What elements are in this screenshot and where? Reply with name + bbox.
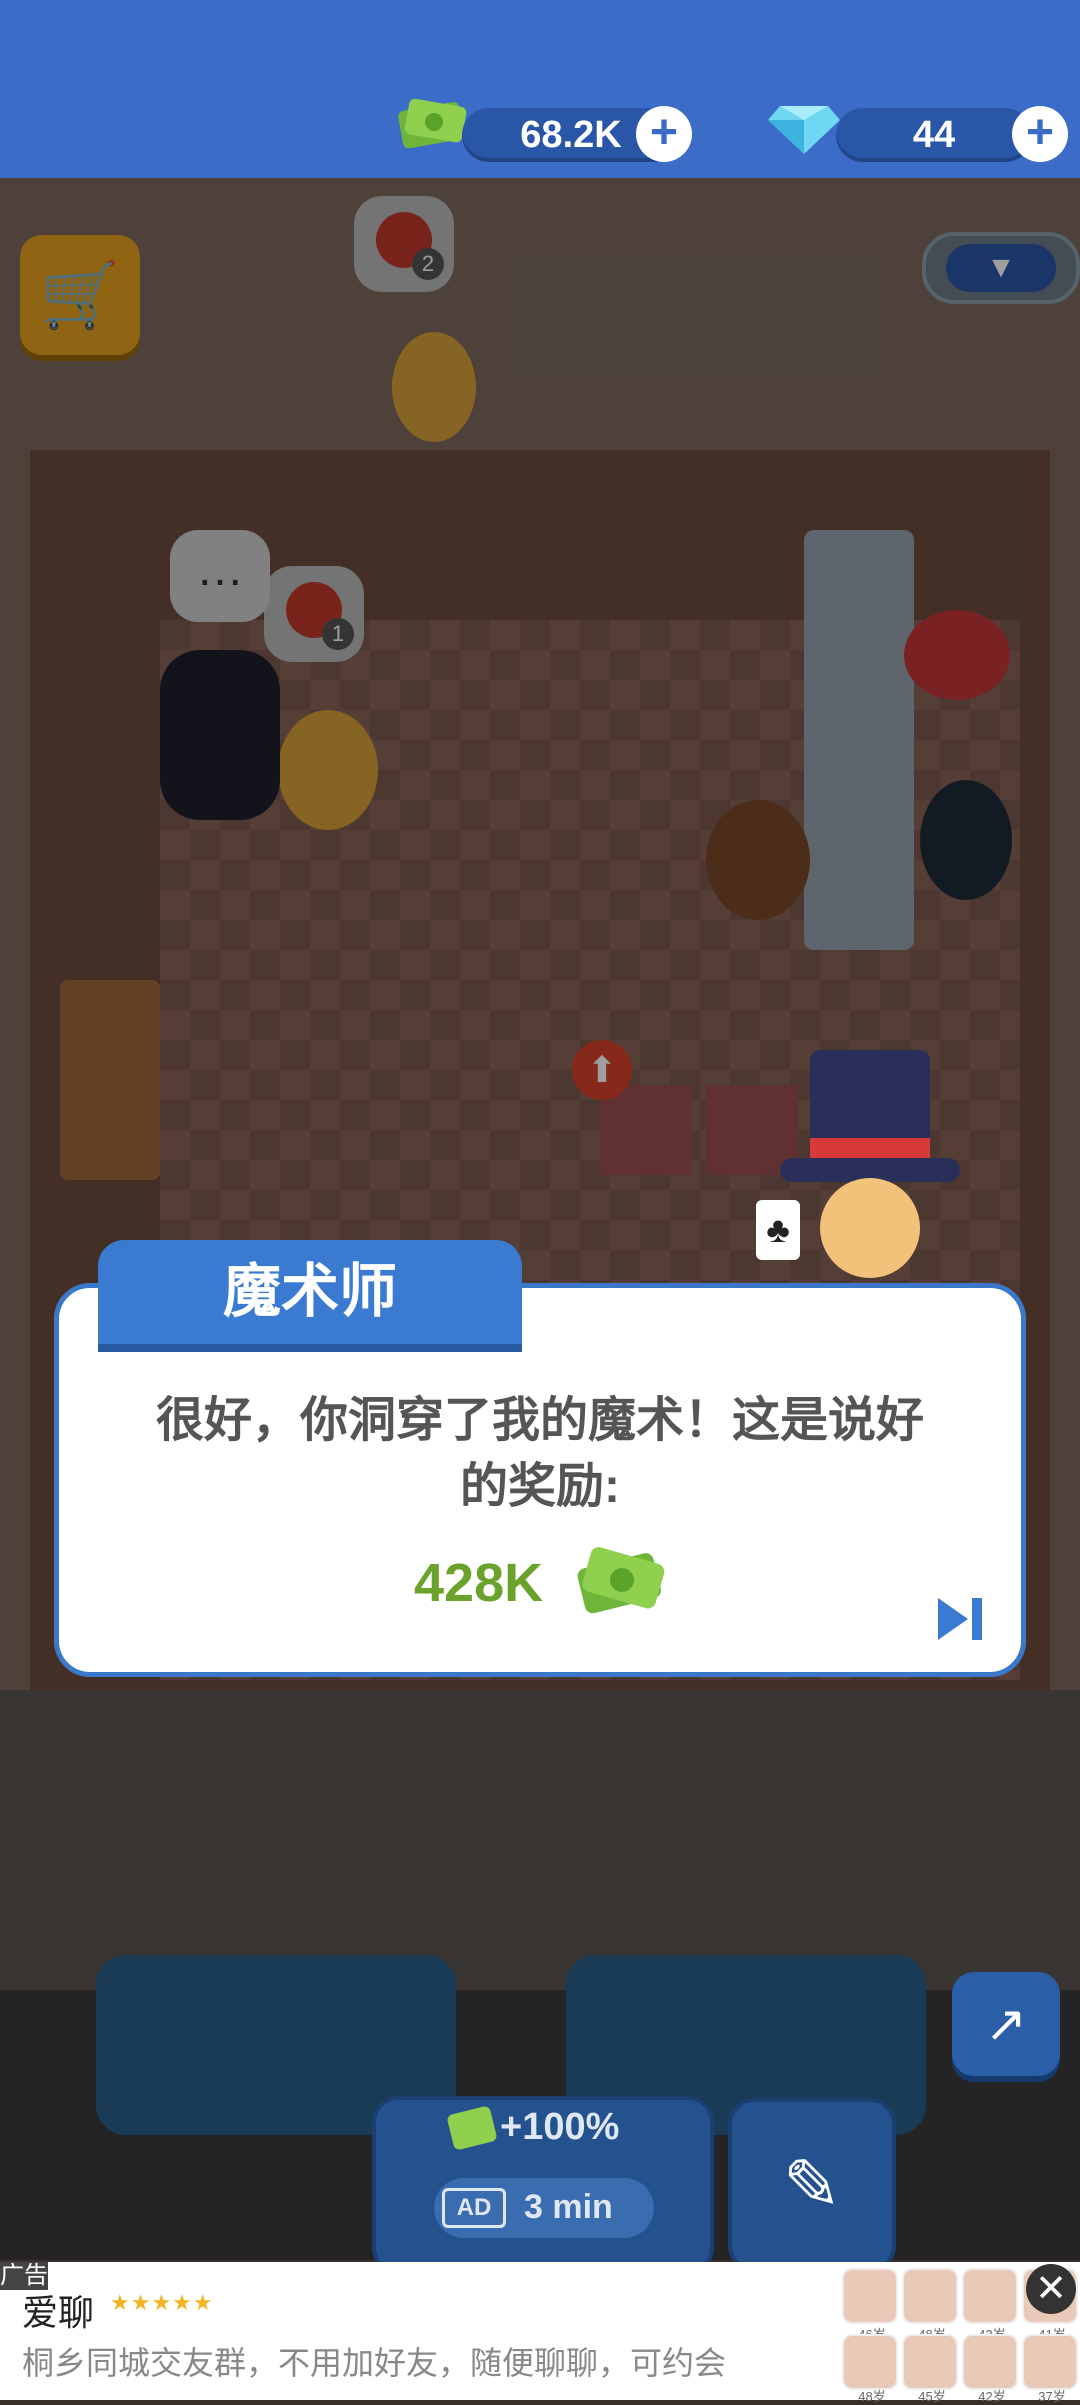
close-icon: ✕ xyxy=(1035,2268,1067,2310)
ad-avatar: 42岁 xyxy=(962,2334,1018,2404)
dialog-message-line-2: 的奖励: xyxy=(460,1460,620,1513)
dialog-speaker-name: 魔术师 xyxy=(98,1240,522,1344)
edit-button[interactable]: ✎ xyxy=(728,2098,896,2272)
diamond-icon xyxy=(766,100,842,156)
ad-avatar-age: 48岁 xyxy=(858,2389,886,2404)
dialog-message-line-1: 很好，你洞穿了我的魔术！这是说好 xyxy=(155,1394,924,1447)
ad-avatar: 46岁 xyxy=(842,2268,898,2342)
ad-avatar: 48岁 xyxy=(902,2268,958,2342)
ad-description[interactable]: 桐乡同城交友群，不用加好友，随便聊聊，可约会 xyxy=(22,2338,726,2384)
ad-avatar: 45岁 xyxy=(902,2334,958,2404)
ad-avatar-age: 37岁 xyxy=(1038,2389,1066,2404)
ad-avatar-age: 42岁 xyxy=(978,2389,1006,2404)
gems-display: 44 xyxy=(836,108,1032,162)
ad-rating-stars: ★★★★★ xyxy=(110,2290,214,2315)
ad-close-button[interactable]: ✕ xyxy=(1026,2264,1076,2314)
add-cash-button[interactable]: + xyxy=(636,106,692,162)
boost-cash-icon xyxy=(446,2105,498,2151)
boost-duration: 3 min xyxy=(524,2188,613,2226)
magician-face xyxy=(820,1178,920,1278)
trending-up-icon: ↗ xyxy=(985,1996,1027,2052)
ad-video-icon: AD xyxy=(442,2188,506,2228)
skip-forward-icon[interactable] xyxy=(934,1594,986,1644)
add-gems-button[interactable]: + xyxy=(1012,106,1068,162)
reward-amount: 428K xyxy=(414,1553,544,1613)
ad-avatar: 48岁 xyxy=(842,2334,898,2404)
ad-title[interactable]: 爱聊 xyxy=(22,2284,94,2336)
cash-icon xyxy=(396,96,468,152)
magician-portrait: ♣ xyxy=(756,1050,960,1280)
trend-button[interactable]: ↗ xyxy=(952,1972,1060,2076)
hat-band xyxy=(810,1138,930,1158)
income-boost-button[interactable]: +100% AD 3 min xyxy=(372,2096,714,2274)
top-hat xyxy=(810,1050,930,1140)
reward-cash-icon xyxy=(572,1540,668,1624)
ad-avatar: 43岁 xyxy=(962,2268,1018,2342)
boost-timer-pill: AD 3 min xyxy=(434,2178,654,2238)
top-bar: 68.2K + 44 + xyxy=(0,0,1080,178)
dialog-message: 很好，你洞穿了我的魔术！这是说好 的奖励: xyxy=(100,1388,980,1520)
playing-card-icon: ♣ xyxy=(756,1200,800,1260)
boost-percent: +100% xyxy=(500,2106,620,2148)
ad-avatar: 37岁 xyxy=(1022,2334,1078,2404)
gems-value: 44 xyxy=(912,114,956,156)
ad-avatar-age: 45岁 xyxy=(918,2389,946,2404)
pencil-icon: ✎ xyxy=(782,2146,842,2224)
